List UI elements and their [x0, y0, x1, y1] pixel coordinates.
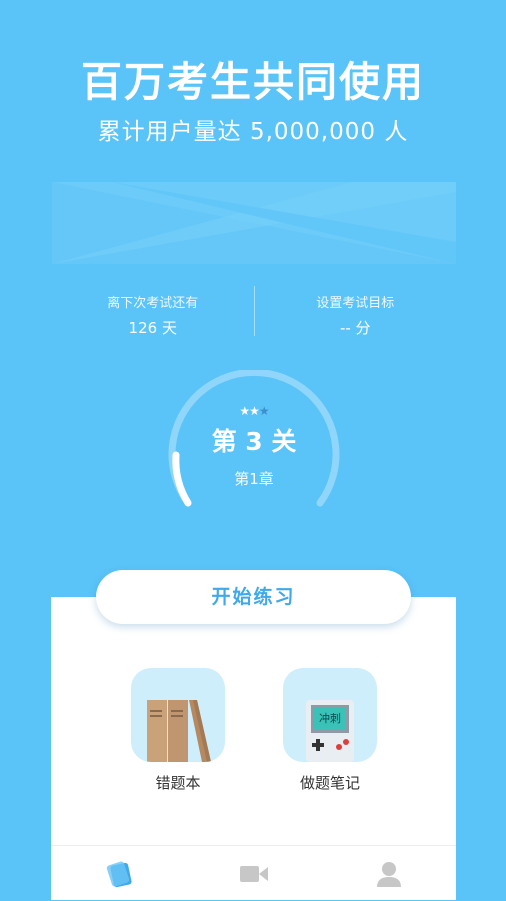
feature-label: 错题本 — [155, 774, 201, 792]
target-score[interactable]: 设置考试目标 -- 分 — [255, 286, 457, 338]
feature-label: 做题笔记 — [299, 774, 360, 792]
books-icon — [147, 700, 211, 762]
exam-countdown[interactable]: 离下次考试还有 126 天 — [52, 286, 254, 338]
star-filled-icon: ★ — [249, 404, 260, 418]
star-filled-icon: ★ — [239, 404, 250, 418]
level-title: 第 3 关 — [211, 427, 297, 456]
user-icon — [376, 861, 401, 887]
tab-video[interactable] — [186, 846, 321, 901]
exam-countdown-label: 离下次考试还有 — [107, 296, 199, 311]
subline: 累计用户量达 5,000,000 人 — [97, 119, 409, 145]
headline: 百万考生共同使用 — [81, 58, 425, 106]
exam-countdown-value: 126 天 — [128, 319, 177, 337]
level-progress[interactable]: ★★★ 第 3 关 第1章 — [168, 370, 340, 520]
banner-decoration — [52, 182, 456, 264]
exam-stats: 离下次考试还有 126 天 设置考试目标 -- 分 — [52, 286, 456, 338]
chapter-label: 第1章 — [234, 470, 274, 488]
video-camera-icon — [239, 865, 268, 882]
feature-wrong-questions[interactable]: 错题本 — [131, 668, 225, 793]
feature-notes[interactable]: 冲刺 做题笔记 — [283, 668, 377, 793]
level-stars: ★★★ — [168, 404, 340, 418]
tab-practice[interactable] — [51, 846, 186, 901]
feature-tile — [131, 668, 225, 762]
feature-tile: 冲刺 — [283, 668, 377, 762]
start-practice-button[interactable]: 开始练习 — [96, 570, 411, 624]
star-empty-icon: ★ — [258, 404, 270, 418]
target-score-value: -- 分 — [339, 319, 371, 337]
console-screen-text: 冲刺 — [319, 712, 341, 725]
tab-bar — [51, 845, 456, 901]
target-score-label: 设置考试目标 — [316, 296, 395, 311]
tab-profile[interactable] — [321, 846, 456, 901]
cards-icon — [106, 861, 132, 887]
